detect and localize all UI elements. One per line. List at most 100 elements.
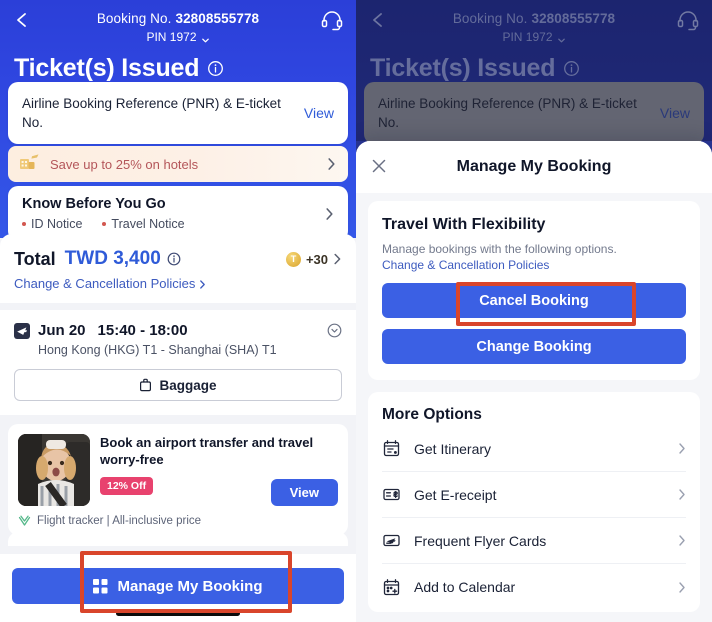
cancel-booking-button[interactable]: Cancel Booking xyxy=(382,283,686,318)
page-title: Ticket(s) Issued xyxy=(356,46,712,83)
coins-reward[interactable]: T +30 xyxy=(285,251,342,267)
page-title: Ticket(s) Issued xyxy=(0,46,356,83)
know-before-tag: Travel Notice xyxy=(102,217,185,231)
chevron-right-icon xyxy=(678,581,686,594)
shield-heart-icon xyxy=(18,515,31,527)
pnr-card[interactable]: Airline Booking Reference (PNR) & E-tick… xyxy=(8,82,348,144)
chevron-right-icon xyxy=(678,534,686,547)
pin-label: PIN 1972 xyxy=(146,30,197,44)
option-label: Get E-receipt xyxy=(414,486,497,503)
know-before-you-go-card[interactable]: Know Before You Go ID Notice Travel Noti… xyxy=(8,186,348,241)
ad-footer: Flight tracker | All-inclusive price xyxy=(18,515,338,527)
chevron-right-icon xyxy=(333,252,342,266)
section-divider xyxy=(0,303,356,310)
manage-my-booking-label: Manage My Booking xyxy=(117,577,263,595)
ad-title: Book an airport transfer and travel worr… xyxy=(100,435,314,467)
page-title-text: Ticket(s) Issued xyxy=(14,54,200,82)
itinerary-calendar-icon xyxy=(382,439,401,458)
chevron-right-icon xyxy=(678,488,686,501)
hotel-plane-icon xyxy=(18,153,40,176)
ad-content: Book an airport transfer and travel worr… xyxy=(100,434,338,506)
option-label: Get Itinerary xyxy=(414,440,492,457)
hotel-promo-banner[interactable]: Save up to 25% on hotels xyxy=(8,146,348,182)
bullet-dot-icon xyxy=(102,222,107,226)
chevron-down-icon xyxy=(557,33,566,42)
airplane-badge-icon xyxy=(14,322,30,339)
pnr-card-text: Airline Booking Reference (PNR) & E-tick… xyxy=(22,96,281,130)
option-row-get-e-receipt[interactable]: Get E-receipt xyxy=(382,472,686,518)
option-row-get-itinerary[interactable]: Get Itinerary xyxy=(382,426,686,472)
home-indicator xyxy=(116,611,240,616)
back-icon[interactable] xyxy=(368,10,388,30)
headset-icon[interactable] xyxy=(676,8,700,32)
info-circle-icon[interactable] xyxy=(207,60,224,77)
close-x-icon[interactable] xyxy=(370,157,388,175)
header-top-bar: Booking No. 32808555778 PIN 1972 xyxy=(0,0,356,46)
ad-view-button[interactable]: View xyxy=(270,479,338,506)
option-row-frequent-flyer-cards[interactable]: Frequent Flyer Cards xyxy=(382,518,686,564)
header-top-bar: Booking No. 32808555778 PIN 1972 xyxy=(356,0,712,46)
baggage-icon xyxy=(139,378,152,392)
screenshot-root: Booking No. 32808555778 PIN 1972 Ticket(… xyxy=(0,0,712,622)
back-icon[interactable] xyxy=(12,10,32,30)
booking-no-value: 32808555778 xyxy=(531,11,616,26)
flexibility-policies-link[interactable]: Change & Cancellation Policies xyxy=(382,258,686,272)
total-card: Total TWD 3,400 T +30 Change & Cancellat xyxy=(0,234,356,303)
total-row: Total TWD 3,400 T +30 xyxy=(14,248,342,270)
flexibility-title: Travel With Flexibility xyxy=(382,216,546,233)
chevron-down-circle-icon[interactable] xyxy=(327,323,342,338)
total-label: Total xyxy=(14,248,56,269)
hotel-promo-text: Save up to 25% on hotels xyxy=(50,156,199,172)
booking-number: Booking No. 32808555778 xyxy=(368,6,700,28)
option-label: Frequent Flyer Cards xyxy=(414,532,547,549)
booking-no-label: Booking No. xyxy=(452,11,528,26)
modal-title: Manage My Booking xyxy=(456,158,612,175)
know-before-tags: ID Notice Travel Notice xyxy=(22,217,325,231)
receipt-dollar-icon xyxy=(382,485,401,504)
know-before-title: Know Before You Go xyxy=(22,196,166,212)
chevron-right-icon xyxy=(678,442,686,455)
ad-discount-badge: 12% Off xyxy=(100,477,154,495)
chevron-right-icon xyxy=(327,157,336,171)
pin-row[interactable]: PIN 1972 xyxy=(12,29,344,45)
flight-header-row[interactable]: Jun 20 15:40 - 18:00 xyxy=(14,322,342,339)
bottom-action-bar: Manage My Booking xyxy=(0,554,356,622)
change-cancellation-policies-link[interactable]: Change & Cancellation Policies xyxy=(14,276,342,291)
page-title-text: Ticket(s) Issued xyxy=(370,54,556,82)
ad-footer-text: Flight tracker | All-inclusive price xyxy=(37,515,202,527)
total-amount: TWD 3,400 xyxy=(64,248,161,269)
headset-icon[interactable] xyxy=(320,8,344,32)
booking-no-label: Booking No. xyxy=(96,11,172,26)
pnr-view-link[interactable]: View xyxy=(304,105,334,121)
coin-value: +30 xyxy=(305,251,328,267)
know-before-tag-label: ID Notice xyxy=(31,217,83,231)
chevron-down-icon xyxy=(201,33,210,42)
know-before-tag: ID Notice xyxy=(22,217,82,231)
manage-my-booking-button[interactable]: Manage My Booking xyxy=(12,568,344,604)
pin-label: PIN 1972 xyxy=(502,30,553,44)
flight-time-range: 15:40 - 18:00 xyxy=(97,322,188,339)
option-row-add-to-calendar[interactable]: Add to Calendar xyxy=(382,564,686,610)
left-panel-booking-details: Booking No. 32808555778 PIN 1972 Ticket(… xyxy=(0,0,356,622)
pin-row[interactable]: PIN 1972 xyxy=(368,29,700,45)
flexibility-subtitle: Manage bookings with the following optio… xyxy=(382,242,617,256)
info-circle-icon[interactable] xyxy=(563,60,580,77)
airport-transfer-ad-card[interactable]: Book an airport transfer and travel worr… xyxy=(8,424,348,535)
modal-body: Travel With Flexibility Manage bookings … xyxy=(356,193,712,612)
baggage-label: Baggage xyxy=(159,377,217,393)
pnr-card-text: Airline Booking Reference (PNR) & E-tick… xyxy=(378,96,637,130)
know-before-content: Know Before You Go ID Notice Travel Noti… xyxy=(22,196,325,231)
booking-no-value: 32808555778 xyxy=(175,11,260,26)
baggage-button[interactable]: Baggage xyxy=(14,369,342,401)
chevron-right-icon xyxy=(199,278,206,289)
ad-top-row: Book an airport transfer and travel worr… xyxy=(18,434,338,506)
know-before-tag-label: Travel Notice xyxy=(111,217,185,231)
change-booking-button[interactable]: Change Booking xyxy=(382,329,686,364)
info-circle-icon[interactable] xyxy=(167,252,181,266)
modal-header: Manage My Booking xyxy=(356,141,712,193)
bullet-dot-icon xyxy=(22,222,26,226)
calendar-plus-icon xyxy=(382,578,401,597)
right-panel-manage-booking-modal: Booking No. 32808555778 PIN 1972 Ticket(… xyxy=(356,0,712,622)
flight-route: Hong Kong (HKG) T1 - Shanghai (SHA) T1 xyxy=(38,343,277,357)
pnr-card-dimmed: Airline Booking Reference (PNR) & E-tick… xyxy=(364,82,704,144)
